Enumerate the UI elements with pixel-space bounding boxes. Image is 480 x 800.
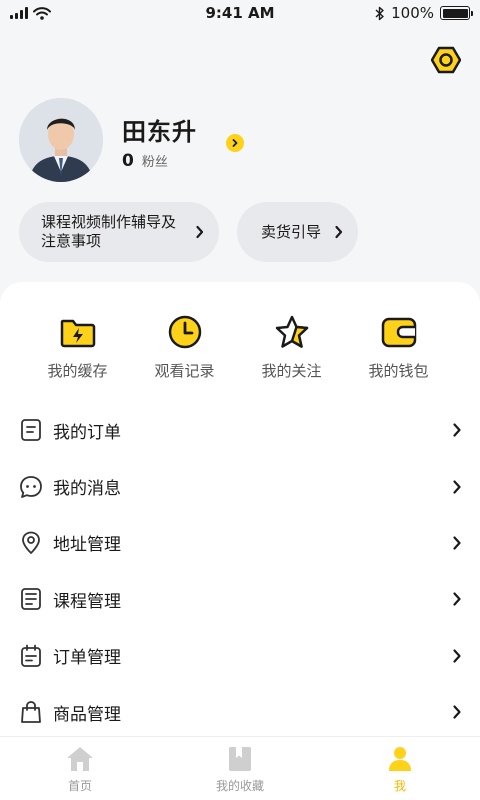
bookmark-icon <box>229 747 251 771</box>
menu-label: 课程管理 <box>53 591 121 612</box>
shortcut-sales-guide[interactable]: 卖货引导 <box>237 202 358 262</box>
wallet-icon <box>381 317 416 348</box>
menu-label: 地址管理 <box>53 535 121 556</box>
hexagon-settings-icon <box>431 46 461 74</box>
chevron-right-icon <box>232 139 238 147</box>
menu-item-product-management[interactable]: 商品管理 <box>0 684 480 740</box>
cellular-signal-icon <box>10 7 28 19</box>
chevron-right-icon <box>453 592 461 606</box>
quick-action-label: 观看记录 <box>154 362 215 380</box>
star-icon <box>275 315 308 348</box>
chevron-right-icon <box>196 225 204 239</box>
profile-arrow-button[interactable] <box>226 134 244 152</box>
quick-actions: 我的缓存 观看记录 我的关注 我的钱包 <box>0 312 480 381</box>
shortcut-label: 卖货引导 <box>261 222 322 241</box>
menu-label: 我的订单 <box>53 422 121 443</box>
menu-list: 我的订单 我的消息 地址管理 课程管理 订单管理 商品管理 <box>0 402 480 740</box>
tab-home[interactable]: 首页 <box>0 737 160 800</box>
quick-action-follow[interactable]: 我的关注 <box>238 312 345 381</box>
tab-favorites[interactable]: 我的收藏 <box>160 737 320 800</box>
menu-item-my-orders[interactable]: 我的订单 <box>0 402 480 458</box>
menu-label: 订单管理 <box>53 648 121 669</box>
chevron-right-icon <box>453 705 461 719</box>
fans-count: 0 <box>122 151 134 171</box>
wifi-icon <box>33 6 51 20</box>
chevron-right-icon <box>453 649 461 663</box>
chevron-right-icon <box>335 225 343 239</box>
message-icon <box>20 475 42 498</box>
location-pin-icon <box>22 531 40 554</box>
user-name[interactable]: 田东升 <box>122 112 197 147</box>
avatar-photo <box>19 98 103 182</box>
quick-action-wallet[interactable]: 我的钱包 <box>345 312 452 381</box>
chevron-right-icon <box>453 536 461 550</box>
bluetooth-icon <box>375 6 384 20</box>
main-card: 我的缓存 观看记录 我的关注 我的钱包 我的订单 我的消息 地址管理 课程管理 … <box>0 282 480 800</box>
shortcut-label: 课程视频制作辅导及注意事项 <box>41 213 177 250</box>
quick-action-label: 我的关注 <box>261 362 322 380</box>
shortcut-course-guide[interactable]: 课程视频制作辅导及注意事项 <box>19 202 219 262</box>
quick-action-cache[interactable]: 我的缓存 <box>24 312 131 381</box>
chevron-right-icon <box>453 479 461 494</box>
clock-icon <box>168 315 201 349</box>
folder-lightning-icon <box>60 319 95 348</box>
course-icon <box>21 588 41 611</box>
menu-label: 我的消息 <box>53 479 121 500</box>
fans-label: 粉丝 <box>141 155 168 170</box>
tab-bar: 首页 我的收藏 我 <box>0 736 480 800</box>
tab-me[interactable]: 我 <box>320 737 480 800</box>
profile-icon <box>389 747 411 771</box>
battery-percent: 100% <box>391 4 434 22</box>
calendar-order-icon <box>21 644 41 667</box>
tab-label: 我 <box>393 779 406 793</box>
order-list-icon <box>21 419 41 442</box>
quick-action-history[interactable]: 观看记录 <box>131 312 238 381</box>
tab-label: 我的收藏 <box>215 779 264 793</box>
home-icon <box>67 747 93 771</box>
settings-button[interactable] <box>430 44 462 76</box>
menu-item-order-management[interactable]: 订单管理 <box>0 628 480 684</box>
menu-item-address[interactable]: 地址管理 <box>0 515 480 571</box>
tab-label: 首页 <box>67 779 92 793</box>
quick-action-label: 我的钱包 <box>368 362 429 380</box>
status-left <box>10 6 51 20</box>
status-bar: 9:41 AM 100% <box>0 0 480 26</box>
shopping-bag-icon <box>21 701 41 724</box>
menu-item-course-management[interactable]: 课程管理 <box>0 571 480 627</box>
status-right: 100% <box>375 4 473 22</box>
menu-item-my-messages[interactable]: 我的消息 <box>0 458 480 514</box>
battery-icon <box>440 6 473 20</box>
chevron-right-icon <box>453 423 461 437</box>
fans-info[interactable]: 0 粉丝 <box>122 151 168 171</box>
quick-action-label: 我的缓存 <box>47 362 108 380</box>
avatar[interactable] <box>19 98 103 182</box>
menu-label: 商品管理 <box>53 704 121 725</box>
